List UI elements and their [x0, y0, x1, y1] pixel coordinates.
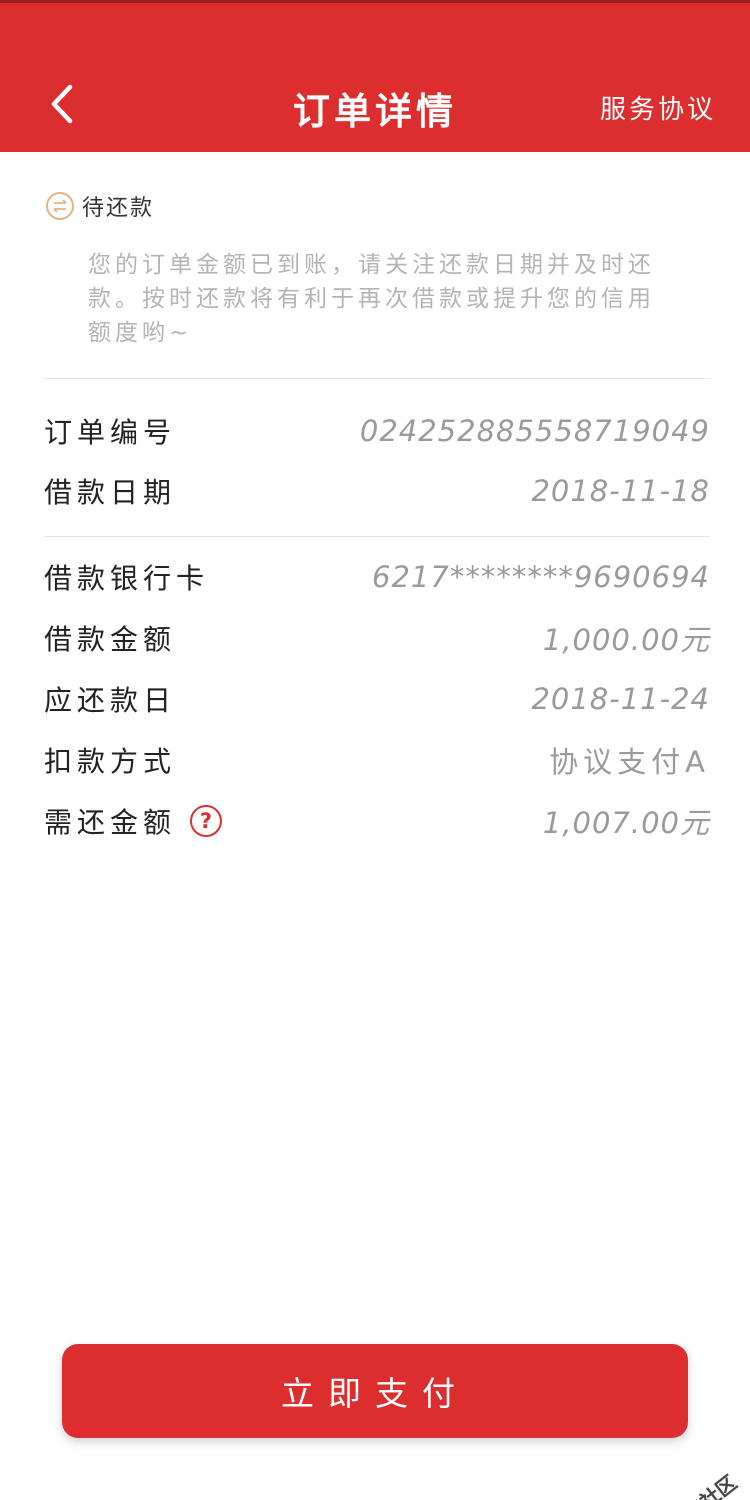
- order-number-row: 订单编号 024252885558719049: [44, 408, 710, 454]
- status-label: 待还款: [82, 196, 155, 221]
- bank-card-row: 借款银行卡 6217********9690694: [44, 554, 710, 600]
- loan-date-label: 借款日期: [44, 476, 177, 509]
- repay-amount-value: 1,007.00元: [542, 806, 710, 840]
- status-message: 您的订单金额已到账，请关注还款日期并及时还款。按时还款将有利于再次借款或提升您的…: [88, 252, 655, 346]
- payment-method-label: 扣款方式: [44, 745, 177, 778]
- bank-card-value: 6217********9690694: [372, 560, 710, 594]
- order-detail-page: 订单详情 服务协议 待还款 您的订单金额已到账，请关注还款日期并及时还款。按时还…: [0, 0, 750, 1500]
- repay-amount-label-group: 需还金额 ?: [44, 801, 223, 841]
- due-date-row: 应还款日 2018-11-24: [44, 676, 710, 722]
- divider: [44, 536, 710, 537]
- payment-method-row: 扣款方式 协议支付A: [44, 737, 710, 783]
- question-mark-icon[interactable]: ?: [190, 805, 223, 837]
- header-bar: 订单详情 服务协议: [0, 0, 750, 152]
- watermark: 卡 卡农社区: [639, 1467, 742, 1500]
- order-number-value: 024252885558719049: [359, 414, 710, 448]
- service-agreement-link[interactable]: 服务协议: [600, 89, 716, 126]
- repay-amount-row: 需还金额 ? 1,007.00元: [44, 798, 710, 844]
- divider: [44, 378, 710, 379]
- loan-amount-row: 借款金额 1,000.00元: [44, 615, 710, 661]
- payment-method-value: 协议支付A: [549, 745, 710, 779]
- loan-date-row: 借款日期 2018-11-18: [44, 468, 710, 514]
- status-row: 待还款: [46, 190, 154, 222]
- repay-amount-label: 需还金额: [44, 806, 177, 839]
- due-date-label: 应还款日: [44, 684, 177, 717]
- order-number-label: 订单编号: [44, 416, 177, 449]
- exchange-icon: [46, 192, 74, 220]
- bank-card-label: 借款银行卡: [44, 562, 210, 595]
- loan-date-value: 2018-11-18: [531, 474, 710, 508]
- due-date-value: 2018-11-24: [531, 682, 710, 716]
- pay-now-button[interactable]: 立即支付: [62, 1344, 688, 1438]
- loan-amount-label: 借款金额: [44, 623, 177, 656]
- watermark-text: 卡农社区: [661, 1467, 742, 1500]
- loan-amount-value: 1,000.00元: [542, 623, 710, 657]
